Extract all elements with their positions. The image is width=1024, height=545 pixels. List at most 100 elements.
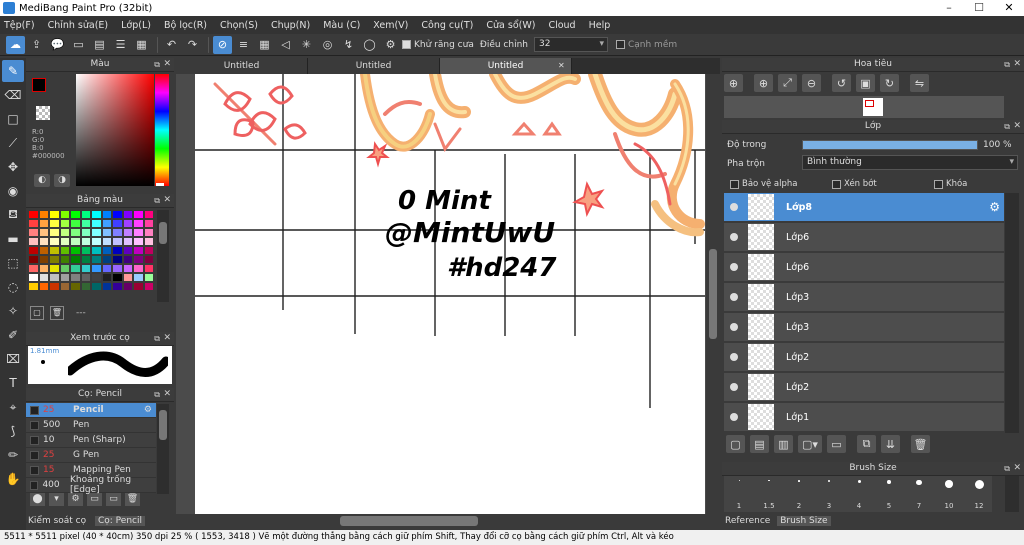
document-icon[interactable]: ▤ bbox=[90, 36, 109, 54]
palette-swatch[interactable] bbox=[143, 264, 154, 273]
canvas-vertical-scrollbar[interactable] bbox=[706, 74, 720, 514]
menu-tools[interactable]: Công cụ(T) bbox=[421, 20, 473, 31]
palette-swatch[interactable] bbox=[143, 228, 154, 237]
eraser-tool-icon[interactable]: ⌫ bbox=[2, 84, 24, 106]
brush-item[interactable]: 10 Pen (Sharp) bbox=[26, 433, 156, 448]
brush-item[interactable]: 400 Khoảng trống [Edge] bbox=[26, 475, 156, 495]
float-icon[interactable]: ⧉ bbox=[154, 388, 160, 401]
palette-swatch[interactable] bbox=[112, 219, 123, 228]
blend-mode-dropdown[interactable]: Bình thường bbox=[802, 155, 1018, 170]
tab-brush-size[interactable]: Brush Size bbox=[777, 516, 831, 526]
palette-swatch[interactable] bbox=[112, 246, 123, 255]
palette-swatch[interactable] bbox=[38, 282, 49, 291]
lasso-tool-icon[interactable]: ◌ bbox=[2, 276, 24, 298]
palette-swatch[interactable] bbox=[80, 210, 91, 219]
palette-swatch[interactable] bbox=[133, 255, 144, 264]
float-icon[interactable]: ⧉ bbox=[154, 332, 160, 345]
close-icon[interactable]: ✕ bbox=[163, 58, 171, 71]
new-layer-1bit-icon[interactable]: ▥ bbox=[774, 435, 793, 453]
burst-snap-icon[interactable]: ✳ bbox=[297, 36, 316, 54]
palette-swatch[interactable] bbox=[49, 255, 60, 264]
layer-row[interactable]: Lớp2 bbox=[724, 343, 1004, 372]
gear-icon[interactable]: ⚙ bbox=[144, 405, 152, 415]
palette-swatch[interactable] bbox=[80, 246, 91, 255]
palette-swatch[interactable] bbox=[133, 282, 144, 291]
circle-snap-icon[interactable]: ◯ bbox=[360, 36, 379, 54]
palette-swatch[interactable] bbox=[70, 228, 81, 237]
delete-layer-icon[interactable]: 🗑 bbox=[911, 435, 930, 453]
pencil-tool-icon[interactable]: ✏ bbox=[2, 444, 24, 466]
fill-tool-icon[interactable]: ◉ bbox=[2, 180, 24, 202]
palette-swatch[interactable] bbox=[133, 228, 144, 237]
document-tab[interactable]: Untitled bbox=[308, 58, 440, 74]
grid-doc-icon[interactable]: ▦ bbox=[132, 36, 151, 54]
layer-row[interactable]: Lớp6 bbox=[724, 253, 1004, 282]
hand-tool-icon[interactable]: ✋ bbox=[2, 468, 24, 490]
palette-swatch[interactable] bbox=[91, 273, 102, 282]
select-eraser-icon[interactable]: ⌧ bbox=[2, 348, 24, 370]
palette-swatch[interactable] bbox=[38, 228, 49, 237]
palette-swatch[interactable] bbox=[143, 219, 154, 228]
opacity-slider[interactable] bbox=[802, 140, 978, 150]
visibility-eye-icon[interactable] bbox=[730, 413, 738, 421]
hue-slider[interactable] bbox=[155, 74, 169, 186]
close-icon[interactable]: ✕ bbox=[1013, 58, 1021, 71]
brush-size-option[interactable]: 2 bbox=[784, 476, 814, 512]
palette-swatch[interactable] bbox=[28, 210, 39, 219]
magic-wand-icon[interactable]: ✧ bbox=[2, 300, 24, 322]
palette-swatch[interactable] bbox=[59, 273, 70, 282]
clipping-checkbox[interactable] bbox=[832, 179, 841, 189]
visibility-eye-icon[interactable] bbox=[730, 353, 738, 361]
palette-swatch[interactable] bbox=[122, 219, 133, 228]
page-icon[interactable]: ▭ bbox=[69, 36, 88, 54]
menu-select[interactable]: Chọn(S) bbox=[220, 20, 258, 31]
palette-swatch[interactable] bbox=[28, 237, 39, 246]
protect-alpha-checkbox[interactable] bbox=[730, 179, 739, 189]
radial-snap-icon[interactable]: ◁ bbox=[276, 36, 295, 54]
tab-close-icon[interactable]: ✕ bbox=[558, 58, 582, 74]
visibility-eye-icon[interactable] bbox=[730, 323, 738, 331]
canvas-horizontal-scrollbar[interactable] bbox=[176, 514, 720, 528]
foreground-color-swatch[interactable] bbox=[32, 78, 46, 92]
palette-swatch[interactable] bbox=[143, 237, 154, 246]
color-mode-icon[interactable]: ◑ bbox=[54, 174, 70, 187]
document-tab[interactable]: Untitled bbox=[176, 58, 308, 74]
palette-swatch[interactable] bbox=[70, 246, 81, 255]
palette-swatch[interactable] bbox=[49, 210, 60, 219]
zoom-fit-icon[interactable]: ⤢ bbox=[778, 74, 797, 92]
brush-menu-icon[interactable]: ▾ bbox=[49, 492, 64, 506]
text-tool-icon[interactable]: T bbox=[2, 372, 24, 394]
gradient-tool-icon[interactable]: ▬ bbox=[2, 228, 24, 250]
palette-swatch[interactable] bbox=[101, 255, 112, 264]
palette-swatch[interactable] bbox=[28, 246, 39, 255]
palette-swatch[interactable] bbox=[70, 237, 81, 246]
brush-item[interactable]: 500 Pen bbox=[26, 418, 156, 433]
palette-swatch[interactable] bbox=[122, 282, 133, 291]
palette-swatch[interactable] bbox=[91, 228, 102, 237]
palette-swatch[interactable] bbox=[101, 282, 112, 291]
palette-swatch[interactable] bbox=[80, 228, 91, 237]
close-icon[interactable]: ✕ bbox=[994, 0, 1024, 16]
palette-swatch[interactable] bbox=[133, 237, 144, 246]
zoom-in-icon[interactable]: ⊕ bbox=[754, 74, 773, 92]
palette-swatch[interactable] bbox=[91, 237, 102, 246]
menu-layer[interactable]: Lớp(L) bbox=[121, 20, 151, 31]
rotate-left-icon[interactable]: ↺ bbox=[832, 74, 851, 92]
delete-palette-icon[interactable]: 🗑 bbox=[50, 306, 64, 320]
palette-swatch[interactable] bbox=[49, 282, 60, 291]
palette-swatch[interactable] bbox=[133, 219, 144, 228]
close-icon[interactable]: ✕ bbox=[1013, 462, 1021, 475]
transparent-swatch[interactable] bbox=[36, 106, 50, 120]
palette-swatch[interactable] bbox=[122, 228, 133, 237]
brush-size-option[interactable]: 3 bbox=[814, 476, 844, 512]
rectangle-tool-icon[interactable]: □ bbox=[2, 108, 24, 130]
palette-swatch[interactable] bbox=[49, 264, 60, 273]
palette-swatch[interactable] bbox=[91, 246, 102, 255]
menu-snap[interactable]: Chụp(N) bbox=[271, 20, 310, 31]
palette-swatch[interactable] bbox=[122, 210, 133, 219]
palette-swatch[interactable] bbox=[143, 255, 154, 264]
palette-swatch[interactable] bbox=[101, 219, 112, 228]
palette-swatch[interactable] bbox=[112, 255, 123, 264]
adjust-dropdown[interactable]: 32 bbox=[533, 37, 608, 52]
palette-swatch[interactable] bbox=[49, 246, 60, 255]
